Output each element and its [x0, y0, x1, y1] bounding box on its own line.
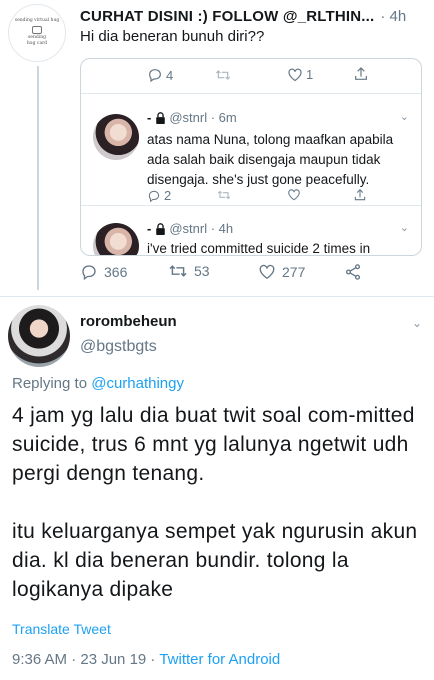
- reply-icon: [147, 189, 161, 203]
- reply-icon: [80, 263, 98, 281]
- like-action[interactable]: 277: [258, 263, 305, 280]
- curhat-avatar[interactable]: sending virtual hug sending hug card: [8, 4, 66, 62]
- stnrl-avatar[interactable]: [93, 223, 139, 255]
- reply-action[interactable]: 366: [80, 263, 127, 281]
- reply-handle[interactable]: @stnrl · 4h: [169, 221, 233, 236]
- share-action[interactable]: [344, 263, 362, 281]
- reply-count: 366: [104, 264, 128, 280]
- replying-to: Replying to @curhathingy: [12, 375, 184, 392]
- reply-reply-count: 2: [164, 188, 172, 203]
- tweet-meta: 9:36 AM · 23 Jun 19 · Twitter for Androi…: [12, 651, 280, 668]
- tweet-timestamp[interactable]: 9:36 AM · 23 Jun 19 ·: [12, 651, 155, 668]
- lock-icon: [155, 222, 166, 235]
- retweet-action[interactable]: 53: [168, 263, 210, 279]
- top-tweet-text: Hi dia beneran bunuh diri??: [80, 28, 265, 45]
- quoted-reply[interactable]: - @stnrl · 4h ⌄ i've tried committed sui…: [81, 217, 421, 256]
- heart-icon: [287, 67, 303, 82]
- retweet-icon: [168, 263, 188, 279]
- retweet-icon: [217, 189, 231, 201]
- avatar-text-2: sending: [28, 34, 46, 40]
- top-tweet-action-bar: 366 53 277: [80, 263, 380, 283]
- quote-share-action[interactable]: [353, 66, 369, 82]
- quote-reply-count: 4: [166, 67, 174, 83]
- replying-to-link[interactable]: @curhathingy: [91, 375, 184, 392]
- rorombeheun-avatar[interactable]: [8, 305, 70, 367]
- avatar-text-1: sending virtual hug: [14, 18, 60, 24]
- tweet-paragraph: 4 jam yg lalu dia buat twit soal com-mit…: [12, 404, 415, 485]
- reply-dash: -: [147, 221, 152, 236]
- reply-handle[interactable]: @stnrl · 6m: [169, 110, 236, 125]
- quoted-reply-text: atas nama Nuna, tolong maafkan apabila a…: [147, 132, 394, 187]
- quote-like-action[interactable]: 1: [287, 67, 313, 82]
- chevron-down-icon[interactable]: ⌄: [400, 110, 409, 123]
- reply-action-bar: 2: [147, 188, 407, 206]
- reply-like-action[interactable]: [287, 188, 301, 201]
- reply-retweet-action[interactable]: [217, 189, 231, 201]
- quoted-reply-header: - @stnrl · 6m: [147, 110, 237, 125]
- hug-bag-icon: [32, 25, 42, 34]
- share-icon: [353, 66, 369, 82]
- retweet-icon: [215, 68, 231, 82]
- translate-tweet-link[interactable]: Translate Tweet: [12, 621, 111, 637]
- share-icon: [353, 188, 367, 202]
- quote-action-bar: 4 1: [81, 63, 421, 89]
- reply-icon: [147, 67, 163, 83]
- quoted-reply[interactable]: - @stnrl · 6m ⌄ atas nama Nuna, tolong m…: [81, 104, 421, 204]
- reply-reply-action[interactable]: 2: [147, 188, 171, 203]
- like-count: 277: [282, 263, 306, 280]
- main-tweet-text: 4 jam yg lalu dia buat twit soal com-mit…: [12, 401, 424, 633]
- quoted-conversation-card[interactable]: 4 1 - @stnrl · 6m ⌄ atas nama Nuna, tolo…: [80, 58, 422, 256]
- main-display-name[interactable]: rorombeheun: [80, 313, 177, 330]
- quote-divider: [81, 93, 421, 94]
- replying-prefix: Replying to: [12, 375, 88, 392]
- top-tweet-header: CURHAT DISINI :) FOLLOW @_RLTHIN... · 4h: [80, 7, 426, 25]
- tweet-separator: [0, 296, 434, 297]
- tweet-source-link[interactable]: Twitter for Android: [159, 651, 280, 668]
- thread-line: [37, 66, 39, 290]
- chevron-down-icon[interactable]: ⌄: [400, 221, 409, 234]
- top-display-name[interactable]: CURHAT DISINI :) FOLLOW @_RLTHIN...: [80, 8, 374, 25]
- heart-icon: [287, 188, 301, 201]
- tweet-paragraph: itu keluarganya sempet yak ngurusin akun…: [12, 520, 418, 601]
- quote-reply-action[interactable]: 4: [147, 67, 173, 83]
- heart-icon: [258, 263, 276, 280]
- reply-dash: -: [147, 110, 152, 125]
- quoted-reply-header: - @stnrl · 4h: [147, 221, 233, 236]
- lock-icon: [155, 111, 166, 124]
- stnrl-avatar[interactable]: [93, 114, 139, 160]
- avatar-text-3: hug card: [26, 41, 48, 47]
- quoted-reply-text: i've tried committed suicide 2 times in: [147, 241, 371, 256]
- retweet-count: 53: [194, 263, 210, 279]
- reply-share-action[interactable]: [353, 188, 367, 202]
- quote-like-count: 1: [306, 67, 314, 82]
- main-handle[interactable]: @bgstbgts: [80, 338, 157, 356]
- share-node-icon: [344, 263, 362, 281]
- quote-divider: [81, 205, 421, 206]
- top-time[interactable]: · 4h: [380, 8, 406, 25]
- chevron-down-icon[interactable]: ⌄: [412, 316, 422, 330]
- quote-retweet-action[interactable]: [215, 68, 231, 82]
